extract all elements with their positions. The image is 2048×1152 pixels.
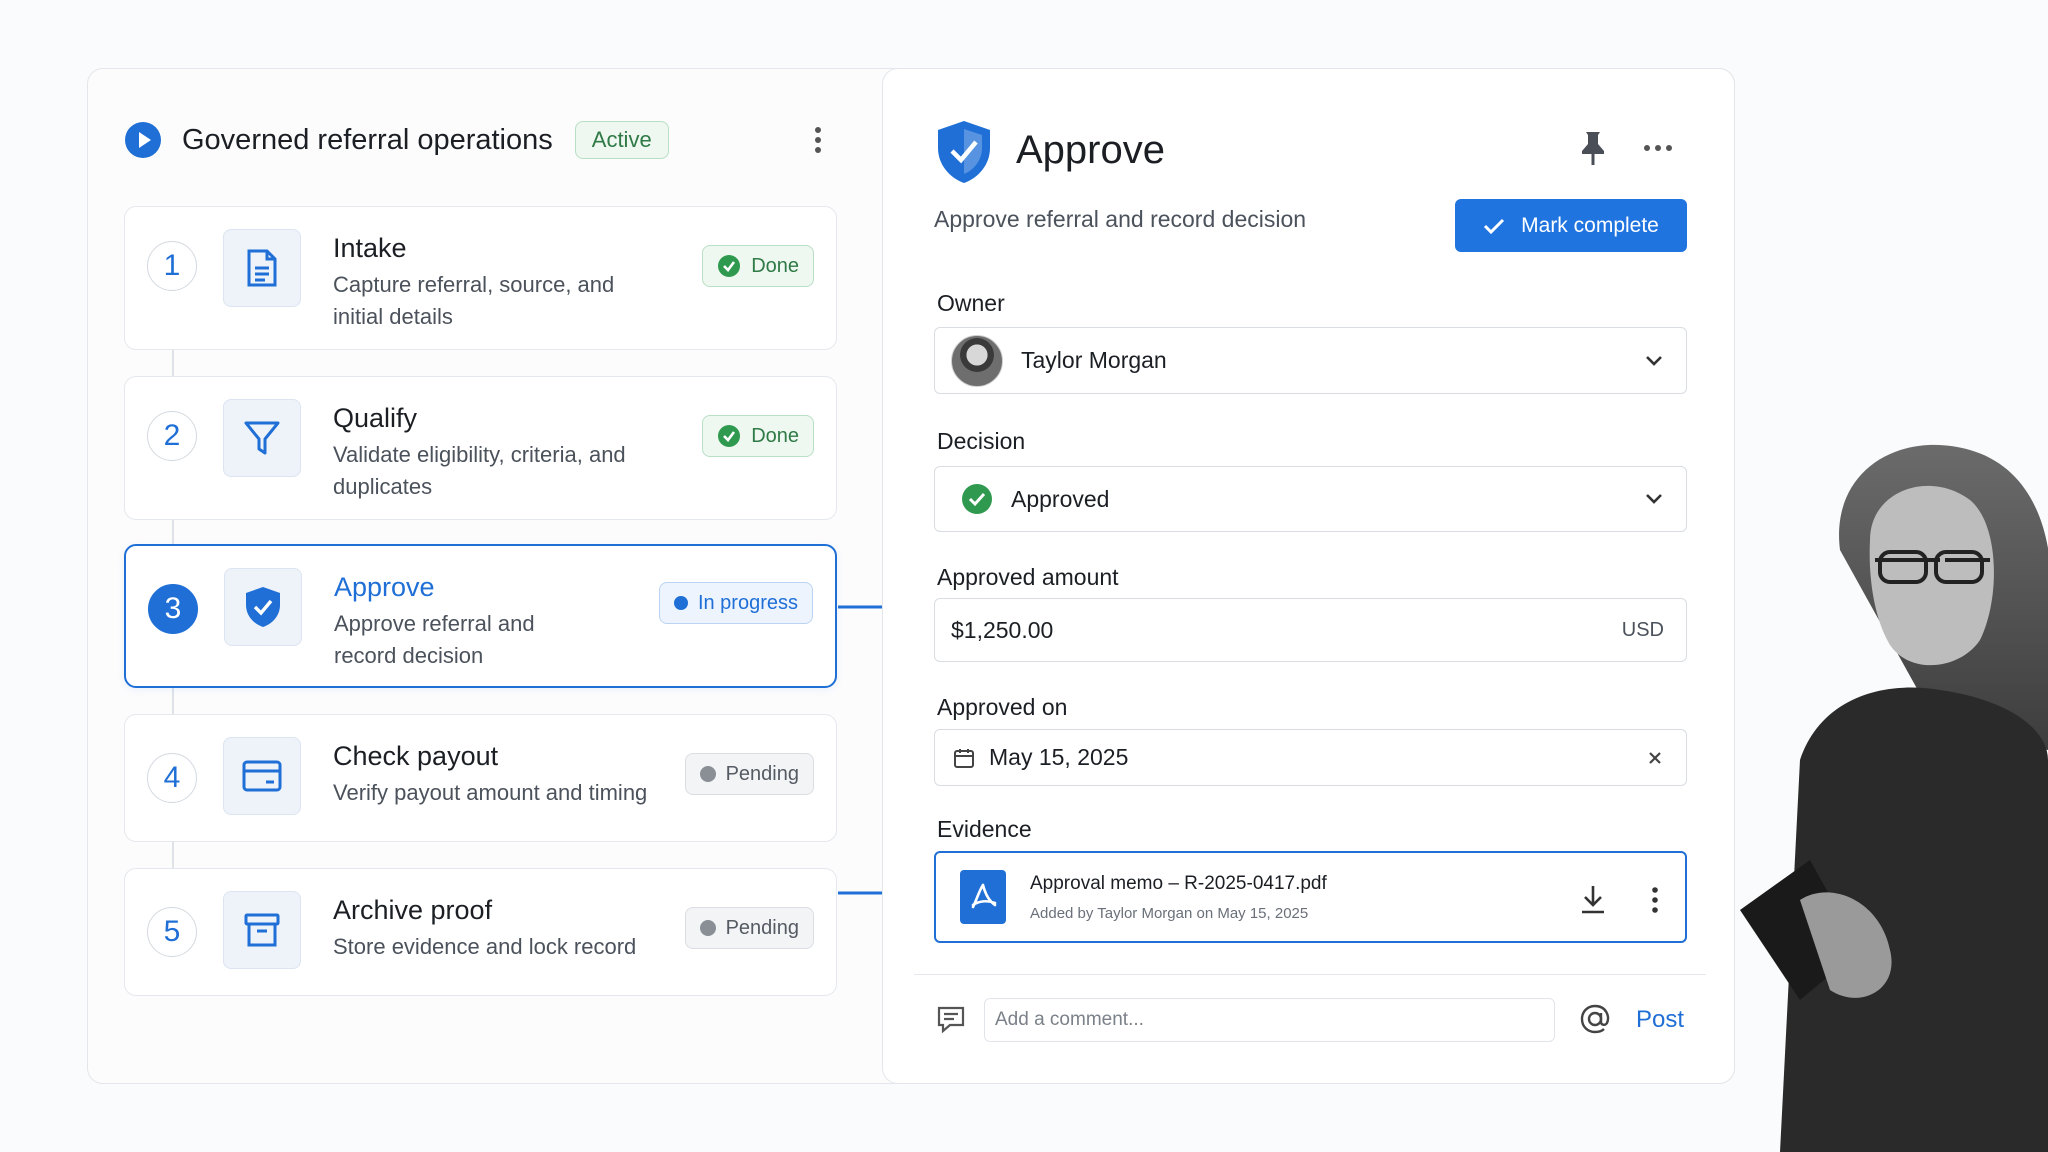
workflow-title: Governed referral operations bbox=[182, 123, 553, 156]
pending-dot-icon bbox=[699, 920, 716, 936]
status-label: Pending bbox=[725, 762, 799, 785]
document-icon bbox=[223, 229, 301, 307]
step-description: Approve referral and record decision bbox=[334, 611, 535, 668]
file-menu-icon[interactable] bbox=[1651, 887, 1659, 913]
card-icon bbox=[223, 737, 301, 815]
status-badge-done: Done bbox=[702, 245, 814, 287]
status-badge-done: Done bbox=[702, 415, 814, 457]
detail-subtitle: Approve referral and record decision bbox=[934, 206, 1307, 232]
status-badge-in-progress: In progress bbox=[658, 582, 813, 624]
step-number: 3 bbox=[148, 584, 198, 634]
step-title: Archive proof bbox=[333, 895, 493, 925]
workflow-status-badge: Active bbox=[574, 121, 669, 159]
check-circle-icon bbox=[718, 425, 741, 447]
workflow-header: Governed referral operations Active bbox=[124, 118, 844, 162]
owner-label: Owner bbox=[937, 290, 1005, 316]
amount-label: Approved amount bbox=[937, 564, 1119, 590]
step-description: Capture referral, source, and initial de… bbox=[333, 272, 615, 329]
status-badge-pending: Pending bbox=[684, 753, 814, 795]
post-button[interactable]: Post bbox=[1636, 1006, 1684, 1034]
approved-on-label: Approved on bbox=[937, 694, 1068, 720]
step-description: Validate eligibility, criteria, and dupl… bbox=[333, 442, 626, 499]
mention-icon[interactable] bbox=[1578, 1002, 1612, 1036]
detail-title: Approve bbox=[1016, 128, 1165, 172]
calendar-icon bbox=[954, 748, 974, 768]
step-title: Intake bbox=[333, 233, 407, 263]
amount-input[interactable]: $1,250.00 USD bbox=[934, 598, 1687, 662]
step-number: 4 bbox=[147, 753, 197, 803]
step-card-check-payout[interactable]: 4 Check payout Verify payout amount and … bbox=[124, 714, 837, 842]
progress-dot-icon bbox=[673, 596, 688, 610]
decision-select[interactable]: Approved bbox=[934, 466, 1687, 532]
shield-check-icon bbox=[934, 118, 994, 186]
comment-input[interactable] bbox=[984, 998, 1555, 1042]
download-icon[interactable] bbox=[1579, 883, 1607, 915]
step-description: Verify payout amount and timing bbox=[333, 780, 648, 805]
currency-label: USD bbox=[1621, 618, 1664, 641]
step-title: Approve bbox=[334, 572, 435, 602]
check-circle-icon bbox=[718, 255, 741, 277]
step-number: 1 bbox=[147, 241, 197, 291]
approved-on-date-field[interactable]: May 15, 2025 bbox=[934, 729, 1687, 786]
step-title: Check payout bbox=[333, 741, 499, 771]
workflow-menu-icon[interactable] bbox=[806, 122, 830, 158]
filter-icon bbox=[223, 399, 301, 477]
status-label: Done bbox=[751, 254, 799, 277]
step-description: Store evidence and lock record bbox=[333, 934, 637, 959]
decision-value: Approved bbox=[1011, 485, 1110, 512]
status-label: In progress bbox=[697, 591, 798, 614]
chevron-down-icon bbox=[1646, 494, 1662, 504]
person-with-tablet-photo bbox=[1740, 444, 2048, 1152]
checkmark-icon bbox=[1484, 218, 1505, 234]
mark-complete-button[interactable]: Mark complete bbox=[1455, 199, 1687, 252]
play-icon[interactable] bbox=[124, 121, 162, 159]
comment-icon bbox=[937, 1006, 965, 1034]
status-label: Done bbox=[751, 424, 799, 447]
decision-label: Decision bbox=[937, 428, 1026, 454]
pdf-file-icon bbox=[960, 870, 1006, 924]
divider bbox=[914, 974, 1706, 975]
check-circle-icon bbox=[962, 484, 992, 514]
avatar bbox=[951, 334, 1003, 387]
step-card-qualify[interactable]: 2 Qualify Validate eligibility, criteria… bbox=[124, 376, 837, 520]
pending-dot-icon bbox=[699, 766, 716, 782]
clear-icon[interactable] bbox=[1646, 749, 1664, 767]
owner-value: Taylor Morgan bbox=[1021, 347, 1167, 373]
chevron-down-icon bbox=[1646, 355, 1662, 366]
status-badge-pending: Pending bbox=[684, 907, 814, 949]
archive-icon bbox=[223, 891, 301, 969]
evidence-file-card[interactable]: Approval memo – R-2025-0417.pdf Added by… bbox=[934, 851, 1687, 943]
shield-check-icon bbox=[224, 568, 302, 646]
step-title: Qualify bbox=[333, 403, 418, 433]
evidence-file-name[interactable]: Approval memo – R-2025-0417.pdf bbox=[1030, 873, 1327, 895]
step-card-approve[interactable]: 3 Approve Approve referral and record de… bbox=[124, 544, 837, 688]
mark-complete-label: Mark complete bbox=[1521, 213, 1659, 237]
pin-icon[interactable] bbox=[1578, 128, 1608, 168]
step-card-intake[interactable]: 1 Intake Capture referral, source, and i… bbox=[124, 206, 837, 350]
step-number: 2 bbox=[147, 411, 197, 461]
step-number: 5 bbox=[147, 907, 197, 957]
more-options-icon[interactable] bbox=[1640, 136, 1676, 160]
step-card-archive-proof[interactable]: 5 Archive proof Store evidence and lock … bbox=[124, 868, 837, 996]
status-label: Pending bbox=[725, 916, 799, 939]
owner-select[interactable]: Taylor Morgan bbox=[934, 327, 1687, 394]
amount-value: $1,250.00 bbox=[951, 616, 1054, 643]
evidence-file-meta: Added by Taylor Morgan on May 15, 2025 bbox=[1030, 905, 1309, 922]
approved-on-value: May 15, 2025 bbox=[989, 744, 1129, 770]
evidence-label: Evidence bbox=[937, 816, 1032, 842]
